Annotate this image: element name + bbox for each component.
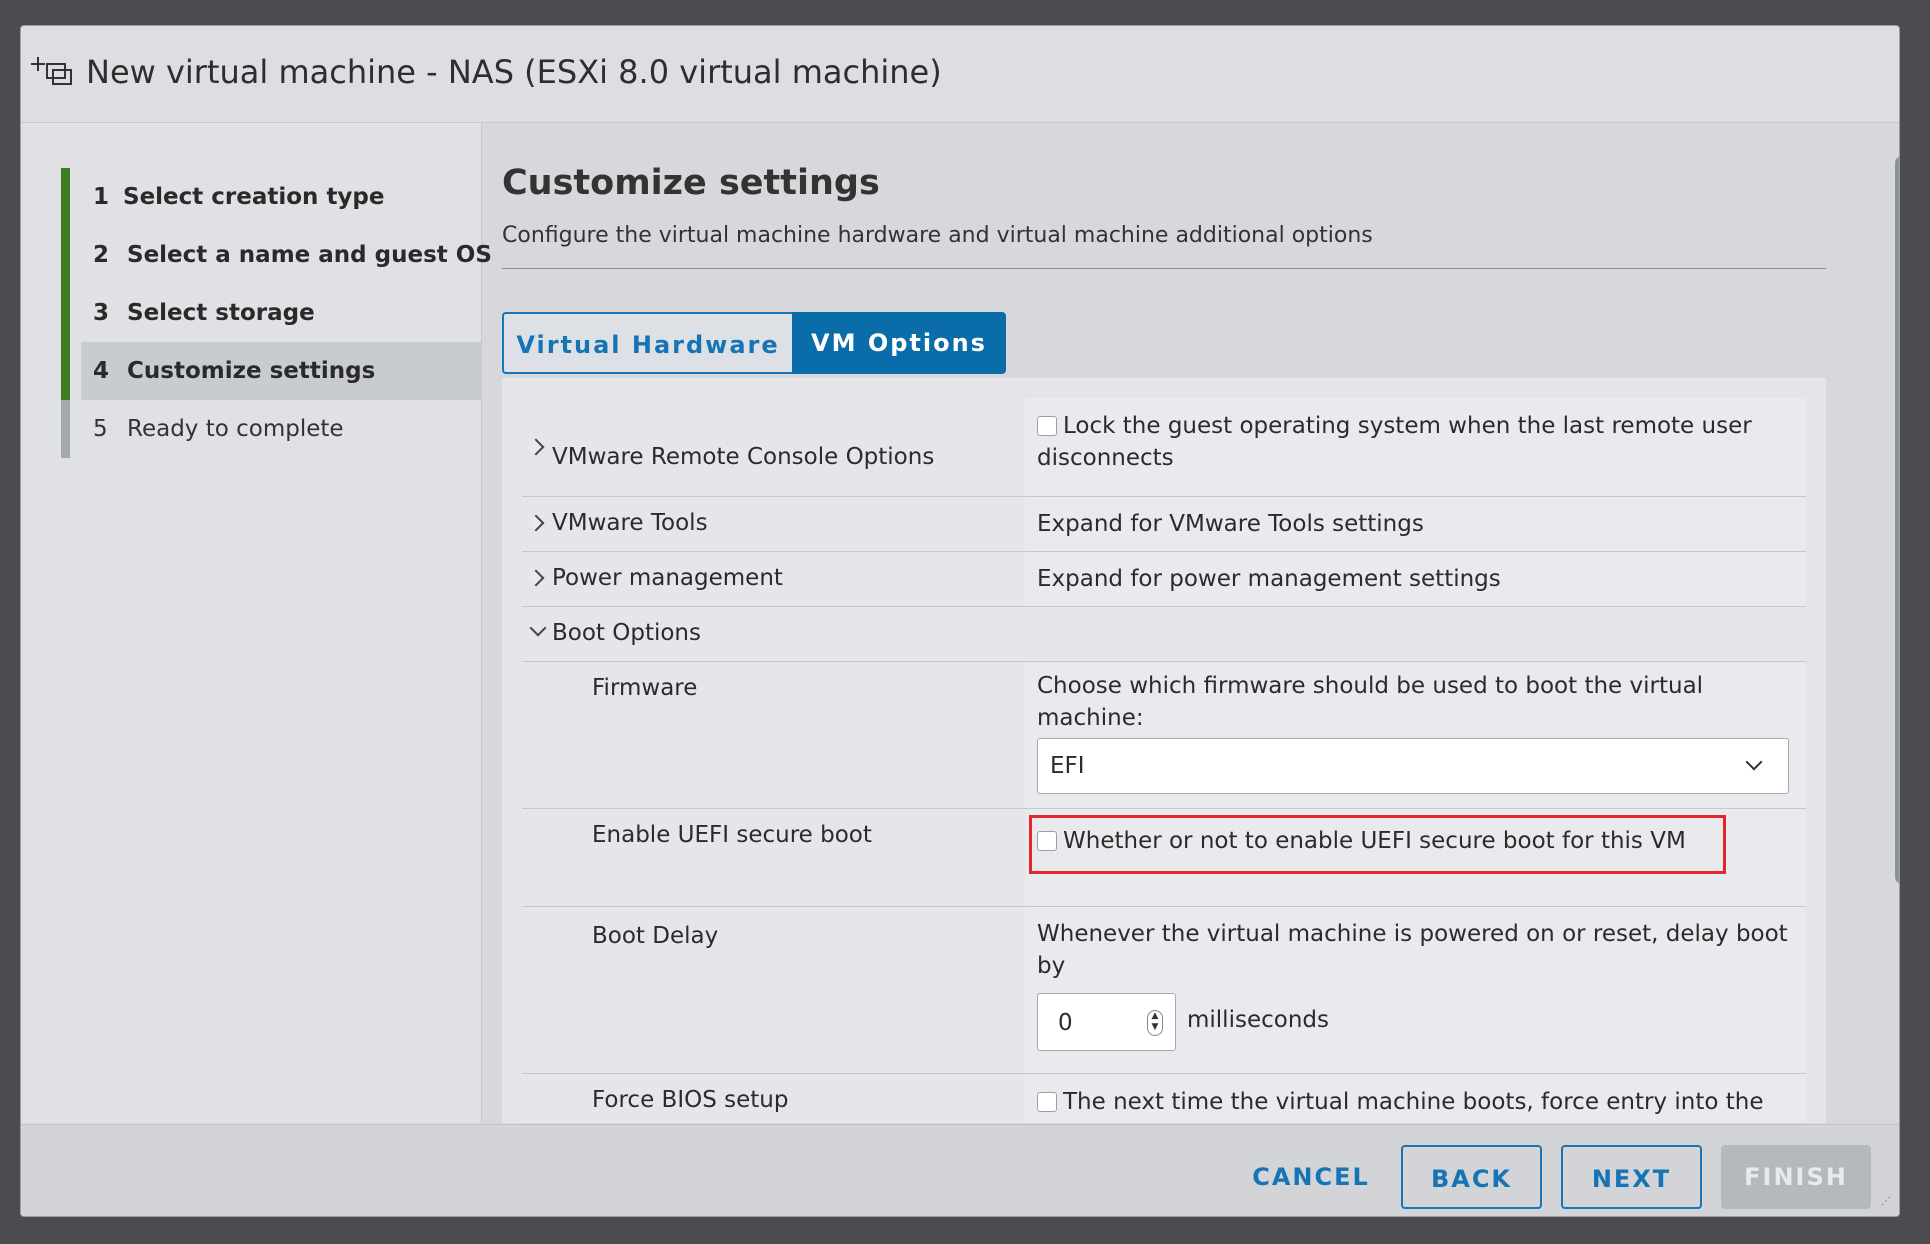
firmware-description: Choose which firmware should be used to … [1037,673,1704,731]
step-select-name-guest-os[interactable]: 2 Select a name and guest OS [61,226,492,284]
tab-virtual-hardware[interactable]: Virtual Hardware [502,312,792,374]
row-label: Power management [552,565,783,591]
next-button[interactable]: NEXT [1561,1145,1702,1209]
step-label: Select storage [127,300,315,326]
row-header: Enable UEFI secure boot [522,809,1025,906]
row-boot-delay: Boot Delay Whenever the virtual machine … [522,907,1806,1074]
row-header: Force BIOS setup [522,1074,1025,1123]
chevron-right-icon[interactable] [527,514,545,532]
boot-delay-input[interactable]: 0 ▲ ▼ [1037,993,1176,1051]
row-label: VMware Remote Console Options [552,444,935,470]
step-number: 1 [93,184,110,210]
resize-handle-icon[interactable]: ⋰ [1881,1197,1893,1211]
row-force-bios: Force BIOS setup The next time the virtu… [522,1074,1806,1123]
step-number: 4 [93,358,110,384]
divider [502,268,1826,269]
vm-options-grid: VMware Remote Console Options Lock the g… [502,378,1826,1123]
row-header: Boot Delay [522,907,1025,1073]
row-label: Boot Delay [592,923,719,949]
row-value-text: Expand for VMware Tools settings [1037,511,1424,537]
lock-guest-os-checkbox[interactable] [1037,416,1057,436]
row-value-text: Expand for power management settings [1037,566,1501,592]
cancel-button[interactable]: CANCEL [1221,1145,1401,1209]
finish-button: FINISH [1721,1145,1871,1209]
chevron-down-icon [1745,753,1763,771]
row-value: Expand for VMware Tools settings [1025,497,1806,551]
step-number: 2 [93,242,110,268]
boot-delay-description: Whenever the virtual machine is powered … [1037,921,1788,979]
scrollbar-thumb[interactable] [1895,156,1899,884]
row-header: Firmware [522,662,1025,808]
row-uefi-secure-boot: Enable UEFI secure boot Whether or not t… [522,809,1806,907]
step-number: 3 [93,300,110,326]
boot-delay-unit: milliseconds [1187,1007,1329,1033]
row-value: Whenever the virtual machine is powered … [1025,907,1806,1073]
checkbox-label: Lock the guest operating system when the… [1037,413,1752,471]
row-label: Firmware [592,675,698,701]
row-header[interactable]: Boot Options [522,607,1025,661]
row-label: VMware Tools [552,510,708,536]
wizard-steps: 1 Select creation type 2 Select a name a… [21,123,492,1123]
step-label: Ready to complete [127,416,344,442]
row-vmware-tools: VMware Tools Expand for VMware Tools set… [522,497,1806,552]
remote-console-lock-option: Lock the guest operating system when the… [1037,410,1777,474]
row-value: The next time the virtual machine boots,… [1025,1074,1806,1123]
step-label: Customize settings [127,358,376,384]
row-value [1025,607,1806,661]
uefi-secure-boot-checkbox[interactable] [1037,831,1057,851]
step-number: 5 [93,416,108,442]
step-ready-to-complete[interactable]: 5 Ready to complete [61,400,481,458]
row-value: Expand for power management settings [1025,552,1806,606]
firmware-selected-value: EFI [1050,753,1085,779]
secure-boot-option: Whether or not to enable UEFI secure boo… [1037,825,1686,857]
row-firmware: Firmware Choose which firmware should be… [522,662,1806,809]
scrollbar-track[interactable] [1873,126,1897,1126]
row-remote-console: VMware Remote Console Options Lock the g… [522,398,1806,497]
step-select-creation-type[interactable]: 1 Select creation type [61,168,481,226]
dialog-title: New virtual machine - NAS (ESXi 8.0 virt… [86,53,942,91]
boot-delay-value: 0 [1058,1010,1073,1036]
dialog-titlebar: New virtual machine - NAS (ESXi 8.0 virt… [21,26,1899,123]
row-boot-options: Boot Options [522,607,1806,662]
firmware-select[interactable]: EFI [1037,738,1789,794]
new-vm-icon [31,57,72,85]
row-header[interactable]: VMware Tools [522,497,1025,551]
row-power-management: Power management Expand for power manage… [522,552,1806,607]
main-content: Customize settings Configure the virtual… [482,123,1872,1123]
step-label: Select creation type [123,184,385,210]
force-bios-option: The next time the virtual machine boots,… [1037,1086,1777,1123]
row-value: Lock the guest operating system when the… [1025,398,1806,496]
chevron-down-icon[interactable] [529,619,547,637]
back-button[interactable]: BACK [1401,1145,1542,1209]
row-label: Boot Options [552,620,701,646]
row-value: Choose which firmware should be used to … [1025,662,1806,808]
row-label: Enable UEFI secure boot [592,822,872,848]
step-select-storage[interactable]: 3 Select storage [61,284,481,342]
step-label: Select a name and guest OS [127,242,492,268]
stepper-arrows-icon[interactable]: ▲ ▼ [1147,1010,1163,1036]
step-customize-settings[interactable]: 4 Customize settings [61,342,481,400]
chevron-right-icon[interactable] [527,438,545,456]
dialog-footer: CANCEL BACK NEXT FINISH ⋰ [21,1124,1899,1216]
page-subtitle: Configure the virtual machine hardware a… [502,223,1373,248]
row-header[interactable]: Power management [522,552,1025,606]
row-label: Force BIOS setup [592,1087,789,1113]
tab-vm-options[interactable]: VM Options [792,312,1006,374]
checkbox-label: The next time the virtual machine boots,… [1037,1089,1764,1123]
page-title: Customize settings [502,163,880,203]
new-vm-dialog: New virtual machine - NAS (ESXi 8.0 virt… [20,25,1900,1217]
chevron-right-icon[interactable] [527,569,545,587]
row-value: Whether or not to enable UEFI secure boo… [1025,809,1806,906]
row-header[interactable]: VMware Remote Console Options [522,398,1025,496]
force-bios-checkbox[interactable] [1037,1092,1057,1112]
checkbox-label: Whether or not to enable UEFI secure boo… [1063,828,1686,854]
